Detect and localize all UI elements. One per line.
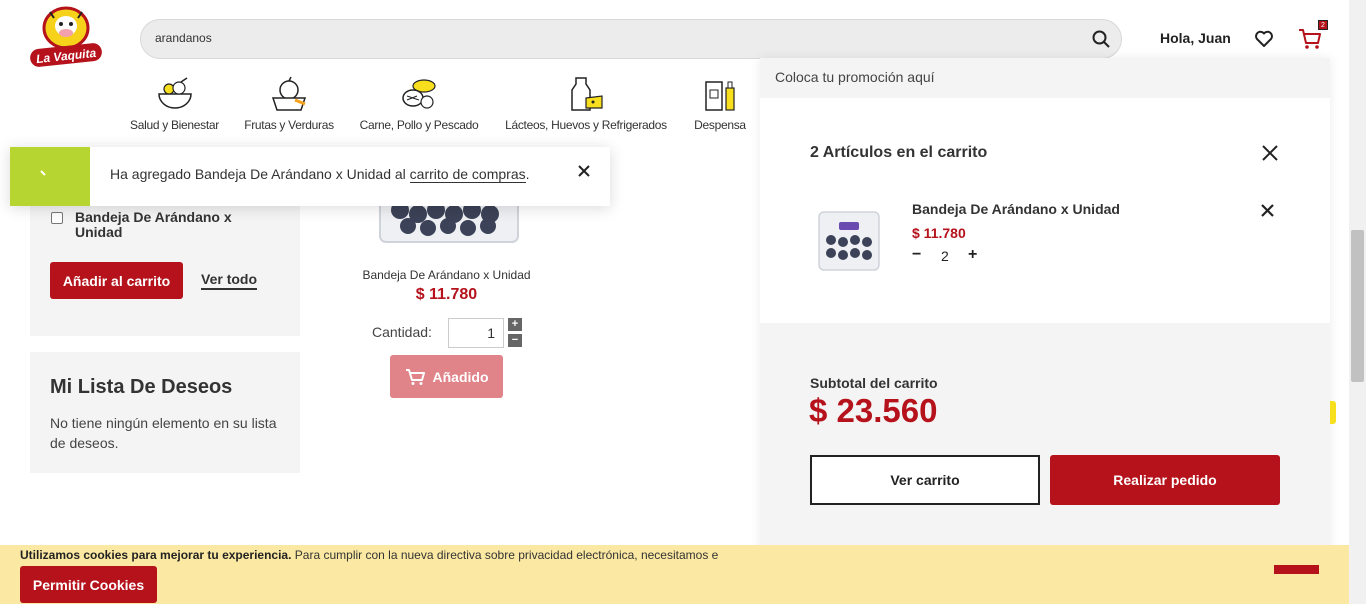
- search-icon[interactable]: [1091, 29, 1111, 49]
- toast-message-text: Ha agregado Bandeja De Arándano x Unidad…: [110, 166, 410, 182]
- category-label: Carne, Pollo y Pescado: [359, 118, 479, 132]
- added-to-cart-button[interactable]: Añadido: [390, 355, 503, 398]
- heart-icon[interactable]: [1254, 29, 1274, 49]
- cookie-text-bold: Utilizamos cookies para mejorar tu exper…: [20, 548, 292, 562]
- minicart-qty-increase[interactable]: +: [968, 246, 977, 264]
- quantity-decrease-button[interactable]: −: [508, 334, 522, 347]
- remove-item-icon[interactable]: [1261, 204, 1274, 217]
- minicart-item-name[interactable]: Bandeja De Arándano x Unidad: [912, 201, 1120, 217]
- minicart-title: 2 Artículos en el carrito: [810, 144, 988, 161]
- cookie-secondary-button[interactable]: [1274, 565, 1319, 574]
- category-lacteos-huevos[interactable]: Lácteos, Huevos y Refrigerados: [502, 76, 670, 132]
- success-badge: [10, 147, 90, 206]
- view-all-link[interactable]: Ver todo: [201, 271, 258, 290]
- category-salud-bienestar[interactable]: Salud y Bienestar: [128, 76, 221, 132]
- meat-fish-icon: [402, 79, 436, 109]
- promo-text: Coloca tu promoción aquí: [775, 69, 935, 85]
- wishlist-empty-text: No tiene ningún elemento en su lista de …: [50, 415, 277, 451]
- quantity-label: Cantidad:: [372, 324, 432, 340]
- subtotal-label: Subtotal del carrito: [810, 375, 938, 391]
- minicart-qty-decrease[interactable]: −: [912, 246, 921, 264]
- milk-cheese-icon: [571, 77, 603, 111]
- add-to-cart-button[interactable]: Añadir al carrito: [50, 262, 183, 299]
- category-label: Despensa: [694, 118, 746, 132]
- view-cart-button[interactable]: Ver carrito: [810, 455, 1040, 505]
- search-bar[interactable]: arandanos: [140, 19, 1122, 59]
- page: La Vaquita arandanos Hola, Juan 2 Salud …: [0, 0, 1366, 604]
- quantity-increase-button[interactable]: +: [508, 318, 522, 331]
- added-label: Añadido: [432, 368, 489, 385]
- logo[interactable]: La Vaquita: [26, 6, 106, 72]
- toast-message: Ha agregado Bandeja De Arándano x Unidad…: [110, 166, 530, 183]
- user-greeting[interactable]: Hola, Juan: [1160, 30, 1231, 46]
- category-label: Salud y Bienestar: [130, 118, 219, 132]
- close-icon[interactable]: [577, 164, 591, 178]
- minicart-qty-value[interactable]: 2: [941, 248, 949, 264]
- cart-icon[interactable]: [1298, 28, 1322, 50]
- toast-cart-link[interactable]: carrito de compras: [409, 166, 526, 183]
- cart-icon: [405, 368, 425, 385]
- category-despensa[interactable]: Despensa: [692, 76, 748, 132]
- quantity-value: 1: [487, 325, 495, 341]
- search-input[interactable]: arandanos: [155, 31, 212, 45]
- category-carne-pollo-pescado[interactable]: Carne, Pollo y Pescado: [358, 76, 480, 132]
- scrollbar-thumb[interactable]: [1351, 230, 1364, 382]
- compare-item-label[interactable]: Bandeja De Arándano x Unidad: [75, 210, 255, 240]
- close-icon[interactable]: [1261, 144, 1279, 162]
- category-label: Frutas y Verduras: [244, 118, 334, 132]
- side-tab[interactable]: [1330, 401, 1336, 424]
- cart-count-badge: 2: [1318, 20, 1328, 30]
- category-frutas-verduras[interactable]: Frutas y Verduras: [242, 76, 336, 132]
- fruit-basket-icon: [271, 76, 307, 111]
- subtotal-value: $ 23.560: [809, 392, 938, 429]
- cookie-text: Utilizamos cookies para mejorar tu exper…: [20, 548, 760, 562]
- salad-bowl-icon: [157, 77, 192, 109]
- product-name[interactable]: Bandeja De Arándano x Unidad: [340, 268, 553, 282]
- product-price: $ 11.780: [415, 286, 478, 303]
- allow-cookies-button[interactable]: Permitir Cookies: [20, 566, 157, 603]
- added-to-cart-toast: Ha agregado Bandeja De Arándano x Unidad…: [10, 147, 610, 206]
- quantity-input[interactable]: 1: [448, 318, 504, 348]
- category-label: Lácteos, Huevos y Refrigerados: [505, 118, 667, 132]
- wishlist-title: Mi Lista De Deseos: [50, 376, 233, 398]
- toast-suffix: .: [525, 166, 530, 182]
- minicart-item-image[interactable]: [815, 208, 883, 274]
- cookie-text-body: Para cumplir con la nueva directiva sobr…: [291, 548, 719, 562]
- minicart-item-price: $ 11.780: [912, 225, 966, 241]
- checkout-button[interactable]: Realizar pedido: [1050, 455, 1280, 505]
- compare-checkbox[interactable]: [51, 212, 63, 224]
- check-icon: [40, 170, 46, 176]
- pantry-icon: [705, 81, 735, 111]
